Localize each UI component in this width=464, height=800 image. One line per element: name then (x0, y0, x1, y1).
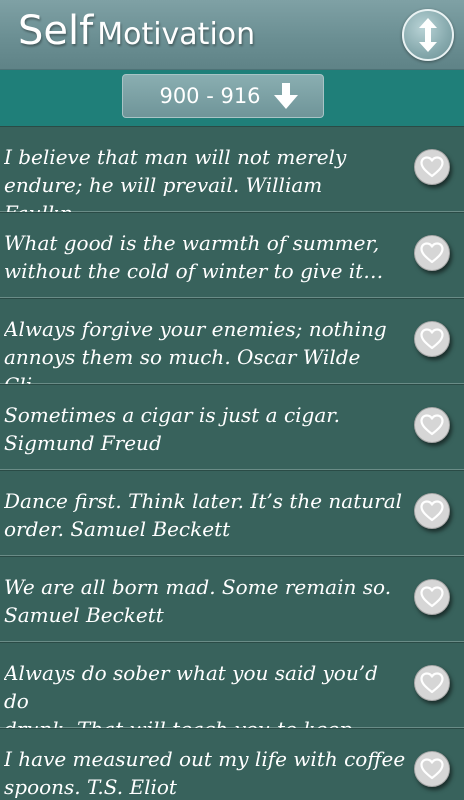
favorite-button[interactable] (414, 407, 450, 443)
favorite-button[interactable] (414, 321, 450, 357)
favorite-button[interactable] (414, 751, 450, 787)
favorite-button[interactable] (414, 493, 450, 529)
range-selector-button[interactable]: 900 - 916 (122, 74, 324, 118)
app-title-self: Self (18, 8, 94, 54)
quote-text: What good is the warmth of summer, witho… (4, 231, 384, 283)
heart-outline-icon (420, 500, 444, 522)
quote-row[interactable]: Dance first. Think later. It’s the natur… (0, 470, 464, 556)
heart-outline-icon (420, 328, 444, 350)
favorite-button[interactable] (414, 665, 450, 701)
arrow-down-icon (273, 83, 298, 109)
quote-row[interactable]: Always forgive your enemies; nothing ann… (0, 298, 464, 397)
app-title: Self Motivation (18, 8, 255, 54)
app-title-motivation: Motivation (97, 17, 256, 52)
sort-button[interactable] (402, 9, 454, 61)
heart-outline-icon (420, 758, 444, 780)
quote-text: I have measured out my life with coffee … (4, 747, 406, 799)
up-down-arrows-icon (419, 18, 437, 52)
favorite-button[interactable] (414, 149, 450, 185)
range-bar: 900 - 916 (0, 70, 464, 126)
heart-outline-icon (420, 242, 444, 264)
favorite-button[interactable] (414, 579, 450, 615)
quote-row[interactable]: We are all born mad. Some remain so. Sam… (0, 556, 464, 642)
quote-list: I believe that man will not merely endur… (0, 126, 464, 800)
heart-outline-icon (420, 414, 444, 436)
favorite-button[interactable] (414, 235, 450, 271)
quote-row[interactable]: What good is the warmth of summer, witho… (0, 212, 464, 298)
quote-row[interactable]: Always do sober what you said you’d do d… (0, 642, 464, 769)
heart-outline-icon (420, 672, 444, 694)
quote-text: Sometimes a cigar is just a cigar. Sigmu… (4, 403, 341, 455)
app-header: Self Motivation (0, 0, 464, 70)
range-label: 900 - 916 (159, 84, 261, 108)
quote-row[interactable]: I believe that man will not merely endur… (0, 126, 464, 225)
quote-text: Dance first. Think later. It’s the natur… (4, 489, 403, 541)
quote-text: We are all born mad. Some remain so. Sam… (4, 575, 392, 627)
heart-outline-icon (420, 156, 444, 178)
heart-outline-icon (420, 586, 444, 608)
quote-row[interactable]: Sometimes a cigar is just a cigar. Sigmu… (0, 384, 464, 470)
quote-row[interactable]: I have measured out my life with coffee … (0, 728, 464, 800)
